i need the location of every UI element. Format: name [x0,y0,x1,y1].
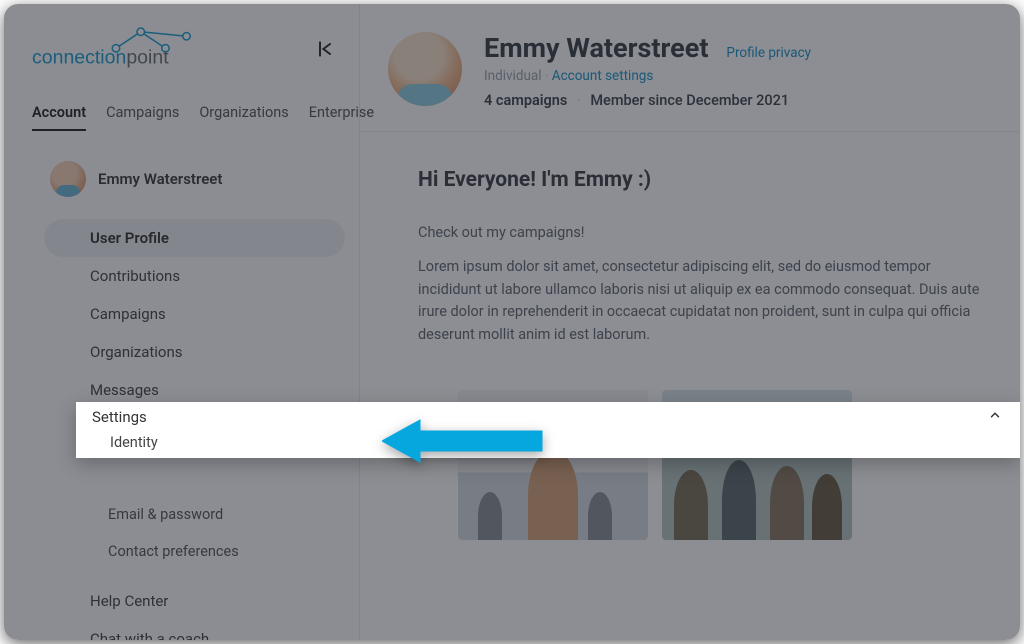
nav-contributions-label: Contributions [90,267,180,285]
profile-avatar [388,32,462,106]
nav-settings-contact-prefs-label: Contact preferences [108,543,239,560]
profile-greeting: Hi Everyone! I'm Emmy :) [418,168,988,192]
tab-account[interactable]: Account [32,104,86,131]
nav-settings-email-password[interactable]: Email & password [44,496,345,533]
tab-campaigns[interactable]: Campaigns [106,104,179,131]
nav-campaigns-label: Campaigns [90,305,166,323]
sidebar: connectionpoint Account Campaigns Organi… [4,4,360,640]
nav-campaigns[interactable]: Campaigns [44,295,345,333]
tutorial-arrow [382,416,552,466]
nav-settings-label: Settings [92,408,147,426]
profile-intro: Check out my campaigns! [418,222,988,244]
avatar [50,161,86,197]
profile-display-name: Emmy Waterstreet [484,32,708,64]
nav-user-profile[interactable]: User Profile [44,219,345,257]
brand-part1: connection [32,46,126,68]
nav-messages-label: Messages [90,381,159,399]
nav-contributions[interactable]: Contributions [44,257,345,295]
profile-body: Hi Everyone! I'm Emmy :) Check out my ca… [360,132,1020,540]
profile-lorem: Lorem ipsum dolor sit amet, consectetur … [418,256,988,346]
sidebar-user-name: Emmy Waterstreet [98,170,222,188]
nav-settings-identity-label: Identity [110,434,158,451]
profile-header: Emmy Waterstreet Profile privacy Individ… [360,4,1020,132]
nav-organizations-label: Organizations [90,343,183,361]
nav-settings-email-password-label: Email & password [108,506,223,523]
brand-logo: connectionpoint [32,22,212,76]
nav-help-center[interactable]: Help Center [44,582,345,620]
nav-organizations[interactable]: Organizations [44,333,345,371]
top-tabs: Account Campaigns Organizations Enterpri… [4,104,359,131]
collapse-sidebar-button[interactable] [311,35,339,63]
tab-organizations[interactable]: Organizations [199,104,288,131]
chevron-up-icon [988,408,1002,426]
account-settings-link[interactable]: Account settings [552,68,654,84]
nav-chat-coach[interactable]: Chat with a coach [44,620,345,640]
sidebar-user[interactable]: Emmy Waterstreet [4,131,359,215]
brand-part2: point [126,46,169,68]
profile-privacy-link[interactable]: Profile privacy [726,45,811,61]
svg-text:connectionpoint: connectionpoint [32,46,169,68]
profile-type: Individual [484,68,542,84]
nav-chat-coach-label: Chat with a coach [90,630,209,640]
campaign-count: 4 campaigns [484,92,567,109]
collapse-icon [315,39,335,59]
nav-user-profile-label: User Profile [90,229,169,247]
nav-help-center-label: Help Center [90,592,168,610]
nav-settings-contact-prefs[interactable]: Contact preferences [44,533,345,570]
tab-enterprise[interactable]: Enterprise [309,104,374,131]
main-content: Emmy Waterstreet Profile privacy Individ… [360,4,1020,640]
member-since: Member since December 2021 [590,92,789,109]
